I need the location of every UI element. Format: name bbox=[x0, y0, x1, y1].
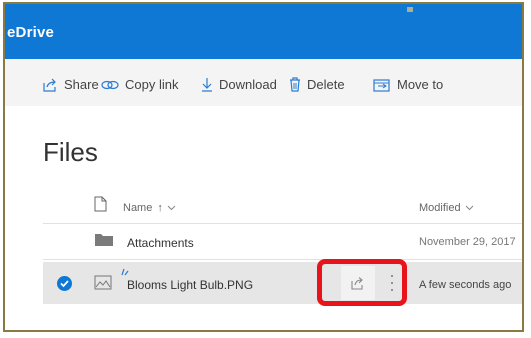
chevron-down-icon bbox=[465, 205, 473, 211]
share-command-button[interactable]: Share bbox=[42, 77, 99, 92]
page-title: Files bbox=[43, 137, 98, 167]
row-divider bbox=[43, 259, 522, 260]
command-bar: Share Copy link Download Delete Move to bbox=[5, 59, 522, 106]
download-label: Download bbox=[219, 77, 277, 92]
row-name[interactable]: Blooms Light Bulb.PNG bbox=[127, 278, 253, 292]
modified-column-label: Modified bbox=[419, 202, 461, 214]
move-to-label: Move to bbox=[397, 77, 444, 92]
selected-checkbox[interactable] bbox=[57, 276, 72, 291]
delete-button[interactable]: Delete bbox=[289, 77, 345, 92]
resize-handle bbox=[407, 7, 413, 12]
move-to-button[interactable]: Move to bbox=[373, 77, 443, 92]
name-column-label: Name bbox=[123, 202, 153, 214]
share-label: Share bbox=[64, 77, 99, 92]
download-button[interactable]: Download bbox=[201, 77, 277, 92]
copy-link-label: Copy link bbox=[125, 77, 179, 92]
checkmark-icon bbox=[60, 280, 69, 288]
modified-column-header[interactable]: Modified bbox=[419, 202, 474, 214]
highlight-annotation-box bbox=[317, 259, 407, 306]
row-name[interactable]: Attachments bbox=[127, 236, 194, 250]
chevron-down-icon bbox=[167, 205, 176, 211]
name-column-header[interactable]: Name ↑ bbox=[123, 202, 176, 214]
image-file-icon bbox=[94, 275, 112, 290]
share-icon bbox=[43, 78, 56, 92]
link-icon bbox=[101, 80, 119, 89]
folder-icon bbox=[95, 234, 113, 246]
delete-label: Delete bbox=[307, 77, 345, 92]
download-icon bbox=[202, 78, 212, 92]
new-item-sparkle-icon bbox=[121, 268, 129, 276]
move-to-icon bbox=[373, 78, 390, 92]
row-modified: A few seconds ago bbox=[419, 279, 512, 291]
file-type-column-icon bbox=[94, 196, 107, 212]
app-title[interactable]: eDrive bbox=[7, 24, 54, 41]
header-divider bbox=[43, 223, 522, 224]
sort-ascending-indicator: ↑ bbox=[157, 202, 163, 214]
copy-link-button[interactable]: Copy link bbox=[101, 77, 178, 92]
screenshot-frame: eDrive Share Copy link Download Delete M… bbox=[3, 2, 524, 332]
row-modified: November 29, 2017 bbox=[419, 236, 516, 248]
trash-icon bbox=[290, 77, 300, 92]
app-header: eDrive bbox=[5, 4, 522, 59]
